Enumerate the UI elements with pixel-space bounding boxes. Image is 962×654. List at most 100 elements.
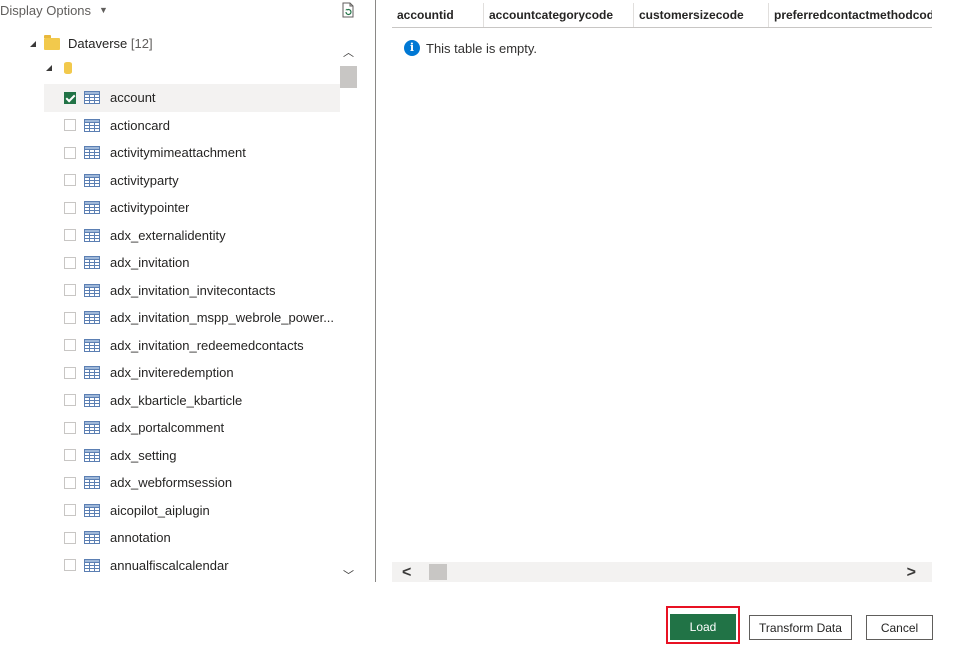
cancel-button[interactable]: Cancel bbox=[866, 615, 933, 640]
table-list-item-label: annotation bbox=[110, 530, 171, 546]
column-header[interactable]: customersizecode bbox=[634, 3, 769, 27]
empty-table-notice: i This table is empty. bbox=[404, 40, 537, 56]
table-list-item[interactable]: adx_externalidentity bbox=[44, 222, 340, 250]
scroll-up-icon[interactable]: ︿ bbox=[342, 44, 355, 59]
load-button[interactable]: Load bbox=[670, 614, 736, 640]
table-list-item-label: actioncard bbox=[110, 117, 170, 133]
table-checkbox[interactable] bbox=[64, 421, 76, 434]
table-icon bbox=[84, 283, 100, 297]
table-icon bbox=[84, 448, 100, 462]
table-icon bbox=[84, 228, 100, 242]
column-header[interactable]: preferredcontactmethodcode bbox=[769, 3, 932, 27]
info-icon: i bbox=[404, 40, 420, 56]
table-checkbox[interactable] bbox=[64, 284, 76, 297]
table-list-item[interactable]: adx_setting bbox=[44, 442, 340, 470]
table-icon bbox=[84, 393, 100, 407]
table-list-item[interactable]: activitypointer bbox=[44, 194, 340, 222]
table-checkbox[interactable] bbox=[64, 559, 76, 572]
table-list-item[interactable]: adx_portalcomment bbox=[44, 414, 340, 442]
table-checkbox[interactable] bbox=[64, 366, 76, 379]
scroll-down-icon[interactable]: ﹀ bbox=[342, 567, 355, 582]
tree-database-node[interactable] bbox=[46, 62, 72, 74]
table-list-item-label: aicopilot_aiplugin bbox=[110, 502, 210, 518]
table-checkbox[interactable] bbox=[64, 449, 76, 462]
table-checkbox[interactable] bbox=[64, 174, 76, 187]
table-checkbox[interactable] bbox=[64, 311, 76, 324]
table-list-item-label: annualfiscalcalendar bbox=[110, 557, 229, 573]
transform-data-button[interactable]: Transform Data bbox=[749, 615, 852, 640]
table-icon bbox=[84, 311, 100, 325]
table-checkbox[interactable] bbox=[64, 339, 76, 352]
scroll-right-icon[interactable]: > bbox=[907, 564, 916, 582]
table-checkbox[interactable] bbox=[64, 146, 76, 159]
preview-grid-header: accountid accountcategorycode customersi… bbox=[392, 3, 932, 28]
table-checkbox[interactable] bbox=[64, 256, 76, 269]
table-list: account actioncard activitymimeattachment a… bbox=[44, 84, 340, 579]
table-list-item[interactable]: annotation bbox=[44, 524, 340, 552]
chevron-down-icon: ▼ bbox=[99, 5, 108, 15]
table-list-item[interactable]: adx_invitation_invitecontacts bbox=[44, 277, 340, 305]
tree-scrollbar[interactable]: ︿ ﹀ bbox=[340, 40, 357, 582]
folder-icon bbox=[44, 34, 60, 50]
table-list-item[interactable]: adx_invitation_mspp_webrole_power... bbox=[44, 304, 340, 332]
table-icon bbox=[84, 91, 100, 105]
table-icon bbox=[84, 338, 100, 352]
table-list-item-label: adx_portalcomment bbox=[110, 420, 225, 436]
table-checkbox[interactable] bbox=[64, 229, 76, 242]
expand-triangle-icon[interactable] bbox=[46, 65, 52, 71]
panel-divider bbox=[375, 0, 376, 582]
table-checkbox[interactable] bbox=[64, 531, 76, 544]
table-icon bbox=[84, 118, 100, 132]
table-icon bbox=[84, 146, 100, 160]
tree-root-label: Dataverse bbox=[68, 36, 128, 51]
scrollbar-thumb[interactable] bbox=[340, 66, 357, 88]
table-list-item[interactable]: adx_inviteredemption bbox=[44, 359, 340, 387]
scroll-left-icon[interactable]: < bbox=[402, 564, 411, 582]
table-icon bbox=[84, 256, 100, 270]
preview-pane: accountid accountcategorycode customersi… bbox=[392, 0, 932, 582]
table-list-item-label: adx_invitation bbox=[110, 255, 190, 271]
display-options-dropdown[interactable]: Display Options ▼ bbox=[0, 0, 108, 20]
table-list-item-label: activitymimeattachment bbox=[110, 145, 246, 161]
table-icon bbox=[84, 476, 100, 490]
table-checkbox[interactable] bbox=[64, 201, 76, 214]
column-header[interactable]: accountcategorycode bbox=[484, 3, 634, 27]
table-list-item[interactable]: adx_webformsession bbox=[44, 469, 340, 497]
table-list-item-label: activityparty bbox=[110, 172, 179, 188]
table-checkbox[interactable] bbox=[64, 91, 76, 104]
column-header[interactable]: accountid bbox=[392, 3, 484, 27]
table-list-item-label: adx_kbarticle_kbarticle bbox=[110, 392, 243, 408]
table-list-item-label: activitypointer bbox=[110, 200, 190, 216]
tree-root-count: [12] bbox=[130, 36, 153, 51]
scrollbar-thumb[interactable] bbox=[429, 564, 447, 580]
table-list-item[interactable]: adx_kbarticle_kbarticle bbox=[44, 387, 340, 415]
table-checkbox[interactable] bbox=[64, 476, 76, 489]
table-list-item-label: adx_setting bbox=[110, 447, 177, 463]
table-checkbox[interactable] bbox=[64, 504, 76, 517]
table-list-item[interactable]: adx_invitation bbox=[44, 249, 340, 277]
table-list-item-label: adx_inviteredemption bbox=[110, 365, 234, 381]
expand-triangle-icon[interactable] bbox=[30, 40, 36, 47]
tree-root-dataverse[interactable]: Dataverse [12] bbox=[30, 34, 153, 51]
table-list-item-label: adx_invitation_mspp_webrole_power... bbox=[110, 310, 335, 326]
table-list-item[interactable]: activityparty bbox=[44, 167, 340, 195]
refresh-file-icon[interactable] bbox=[340, 2, 356, 18]
table-list-item[interactable]: account bbox=[44, 84, 340, 112]
table-checkbox[interactable] bbox=[64, 394, 76, 407]
table-list-item[interactable]: aicopilot_aiplugin bbox=[44, 497, 340, 525]
table-list-item-label: account bbox=[110, 90, 156, 106]
table-list-item-label: adx_invitation_redeemedcontacts bbox=[110, 337, 304, 353]
table-icon bbox=[84, 531, 100, 545]
table-list-item-label: adx_invitation_invitecontacts bbox=[110, 282, 276, 298]
empty-message: This table is empty. bbox=[426, 40, 538, 56]
table-list-item-label: adx_externalidentity bbox=[110, 227, 226, 243]
table-list-item[interactable]: adx_invitation_redeemedcontacts bbox=[44, 332, 340, 360]
table-icon bbox=[84, 201, 100, 215]
table-list-item-label: adx_webformsession bbox=[110, 475, 233, 491]
table-list-item[interactable]: activitymimeattachment bbox=[44, 139, 340, 167]
preview-horizontal-scrollbar[interactable]: < > bbox=[392, 562, 932, 582]
database-icon bbox=[64, 62, 72, 74]
table-list-item[interactable]: actioncard bbox=[44, 112, 340, 140]
table-checkbox[interactable] bbox=[64, 119, 76, 132]
table-list-item[interactable]: annualfiscalcalendar bbox=[44, 552, 340, 580]
